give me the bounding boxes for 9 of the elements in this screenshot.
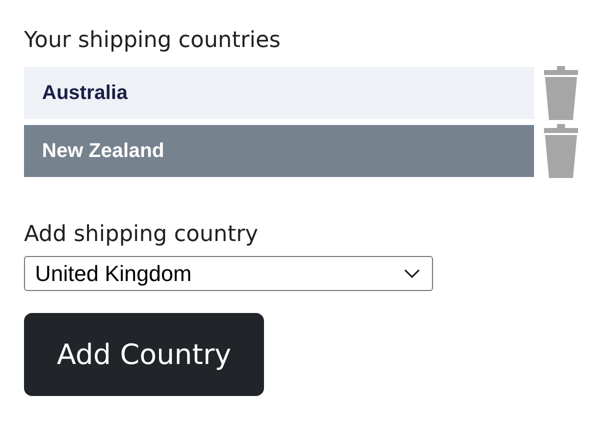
add-country-button[interactable]: Add Country (24, 313, 264, 396)
trash-icon[interactable] (544, 124, 578, 178)
country-row[interactable]: Australia (24, 67, 534, 119)
country-dropdown[interactable]: United Kingdom (24, 256, 433, 291)
field-label: Add shipping country (24, 222, 260, 249)
trash-icon[interactable] (544, 66, 578, 120)
section-heading: Your shipping countries (24, 28, 282, 55)
chevron-icon (404, 268, 420, 278)
country-row[interactable]: New Zealand (24, 125, 534, 177)
